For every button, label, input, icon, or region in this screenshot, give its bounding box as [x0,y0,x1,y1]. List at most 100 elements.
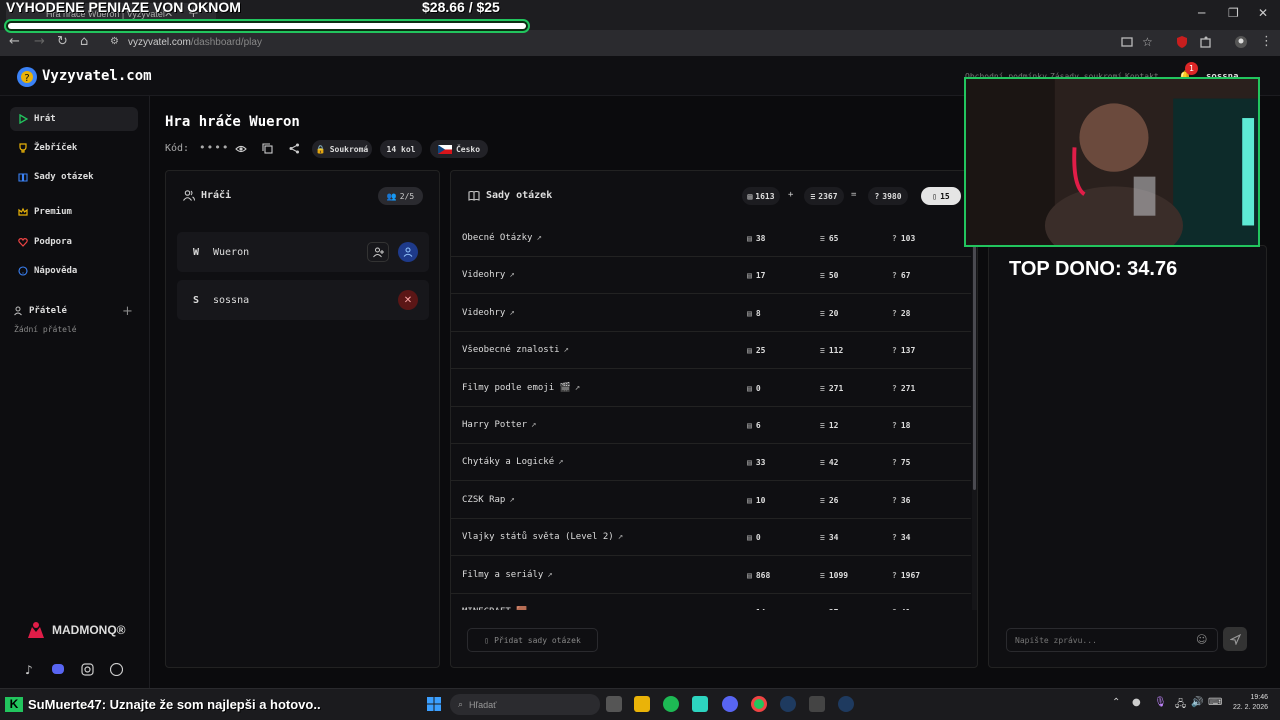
facebook-icon[interactable] [110,663,123,676]
minimize-icon[interactable]: ─ [1198,6,1205,20]
extensions-puzzle-icon[interactable] [1199,35,1213,49]
question-set-name-wrap[interactable]: Chytáky a Logické ↗ [462,457,564,467]
sets-scrollbar-thumb[interactable] [973,246,976,490]
question-set-name-wrap[interactable]: Všeobecné znalosti ↗ [462,345,569,355]
question-set-row[interactable]: Vlajky států světa (Level 2) ↗ ▤ 0 ≡ 34? 34 [451,519,971,557]
external-link-icon[interactable]: ↗ [564,345,569,355]
question-set-row[interactable]: CZSK Rap ↗ ▤ 10 ≡ 26? 36 [451,482,971,519]
kick-player-button[interactable]: ✕ [398,290,418,310]
show-code-eye-icon[interactable] [235,144,247,154]
volume-icon[interactable]: 🔊 [1191,697,1203,708]
question-set-name-wrap[interactable]: Videohry ↗ [462,270,515,280]
external-link-icon[interactable]: ↗ [618,532,623,542]
steam-icon[interactable] [780,696,796,712]
language-tray-icon[interactable]: ⌨ [1208,697,1222,708]
question-set-row[interactable]: MINECRAFT 🟫 ↗ ▤ 14 ≡ 27? 41 [451,594,971,610]
question-set-count-a: ▤ 868 [747,571,770,580]
sidebar-item-leaderboard[interactable]: Žebříček [10,136,138,160]
tray-app-icon[interactable]: ● [1132,697,1141,708]
question-set-row[interactable]: Harry Potter ↗ ▤ 6 ≡ 12? 18 [451,407,971,444]
question-set-row[interactable]: Videohry ↗ ▤ 8 ≡ 20? 28 [451,295,971,332]
bookmark-star-icon[interactable]: ☆ [1142,35,1153,49]
spotify-icon[interactable] [663,696,679,712]
chrome-icon[interactable] [751,696,767,712]
question-set-row[interactable]: Videohry ↗ ▤ 17 ≡ 50? 67 [451,257,971,295]
forward-icon[interactable]: → [34,34,45,49]
question-set-name-wrap[interactable]: Videohry ↗ [462,308,515,318]
chat-message-input[interactable] [1006,628,1218,652]
cast-icon[interactable] [1120,35,1134,49]
microphone-icon[interactable]: 🎙 [1154,697,1167,708]
taskbar-search[interactable]: ⌕ Hľadať [450,694,600,715]
sponsor-logo[interactable]: MADMONQ® [26,621,126,639]
copy-icon[interactable] [262,143,273,154]
back-icon[interactable]: ← [9,34,20,49]
site-info-icon[interactable]: ⚙ [110,36,119,47]
external-link-icon[interactable]: ↗ [547,570,552,580]
external-link-icon[interactable]: ↗ [558,457,563,467]
external-link-icon[interactable]: ↗ [575,383,580,393]
external-link-icon[interactable]: ↗ [509,495,514,505]
external-link-icon[interactable]: ↗ [531,420,536,430]
browser-menu-icon[interactable]: ⋮ [1260,34,1273,49]
sidebar-item-help[interactable]: Nápověda [10,259,138,283]
discord-taskbar-icon[interactable] [722,696,738,712]
sidebar-item-support[interactable]: Podpora [10,230,138,254]
question-set-count-a: ▤ 8 [747,309,761,318]
home-icon[interactable]: ⌂ [80,34,88,49]
maximize-icon[interactable]: ❐ [1228,6,1239,20]
task-view-icon[interactable] [606,696,622,712]
choices-icon: ≡ [820,346,825,356]
add-friend-icon[interactable]: + [122,304,133,319]
question-set-row[interactable]: Filmy podle emoji 🎬 ↗ ▤ 0 ≡ 271? 271 [451,370,971,407]
question-icon: ? [892,308,897,318]
share-icon[interactable] [289,143,300,154]
count-b-value: 26 [828,495,839,505]
profile-icon[interactable] [1234,35,1248,49]
logo-text[interactable]: Vyzyvatel.com [42,68,152,84]
question-set-name-wrap[interactable]: Vlajky států světa (Level 2) ↗ [462,532,623,542]
question-set-name-wrap[interactable]: Filmy podle emoji 🎬 ↗ [462,383,580,393]
tiktok-icon[interactable]: ♪ [25,663,33,677]
emoji-icon[interactable]: ☺ [1196,633,1207,646]
send-message-button[interactable] [1223,627,1247,651]
question-set-name-wrap[interactable]: Obecné Otázky ↗ [462,233,542,243]
add-question-sets-button[interactable]: ▯ Přidat sady otázek [467,628,598,652]
network-icon[interactable]: 🖧 [1175,697,1186,714]
app-icon[interactable] [692,696,708,712]
app-icon[interactable] [809,696,825,712]
sidebar-item-question-sets[interactable]: Sady otázek [10,165,138,189]
question-set-row[interactable]: Všeobecné znalosti ↗ ▤ 25 ≡ 112? 137 [451,332,971,370]
discord-icon[interactable] [51,663,65,675]
instagram-icon[interactable] [81,663,94,676]
url-field[interactable]: vyzyvatel.com/dashboard/play [128,37,262,48]
selected-sets-count: 15 [940,191,950,201]
question-set-name-wrap[interactable]: Filmy a seriály ↗ [462,570,553,580]
count-a-value: 0 [755,533,761,543]
windows-start-icon[interactable] [426,696,442,712]
taskbar-clock[interactable]: 19:46 22. 2. 2026 [1232,693,1268,713]
question-set-name-wrap[interactable]: MINECRAFT 🟫 ↗ [462,607,537,610]
window-close-icon[interactable]: ✕ [1258,6,1268,20]
external-link-icon[interactable]: ↗ [531,607,536,610]
reload-icon[interactable]: ↻ [57,34,68,49]
question-set-row[interactable]: Obecné Otázky ↗ ▤ 38 ≡ 65? 103 [451,220,971,257]
external-link-icon[interactable]: ↗ [509,270,514,280]
question-set-total: ? 36 [892,496,910,505]
question-set-total: ? 34 [892,533,910,542]
external-link-icon[interactable]: ↗ [509,308,514,318]
question-set-row[interactable]: Chytáky a Logické ↗ ▤ 33 ≡ 42? 75 [451,444,971,482]
external-link-icon[interactable]: ↗ [536,233,541,243]
overlay-chat-text: : Uznajte že som najlepši a hotovo.. [101,697,321,712]
sidebar-item-premium[interactable]: Premium [10,200,138,224]
steam-icon[interactable] [838,696,854,712]
tray-chevron-icon[interactable]: ⌃ [1112,697,1120,708]
choices-icon: ≡ [820,495,825,505]
sidebar-item-play[interactable]: Hrát [10,107,138,131]
question-set-name-wrap[interactable]: Harry Potter ↗ [462,420,536,430]
question-set-name-wrap[interactable]: CZSK Rap ↗ [462,495,515,505]
player-add-friend-button[interactable] [367,242,389,262]
question-set-row[interactable]: Filmy a seriály ↗ ▤ 868 ≡ 1099? 1967 [451,557,971,594]
file-explorer-icon[interactable] [634,696,650,712]
extension-shield-icon[interactable] [1175,35,1189,49]
